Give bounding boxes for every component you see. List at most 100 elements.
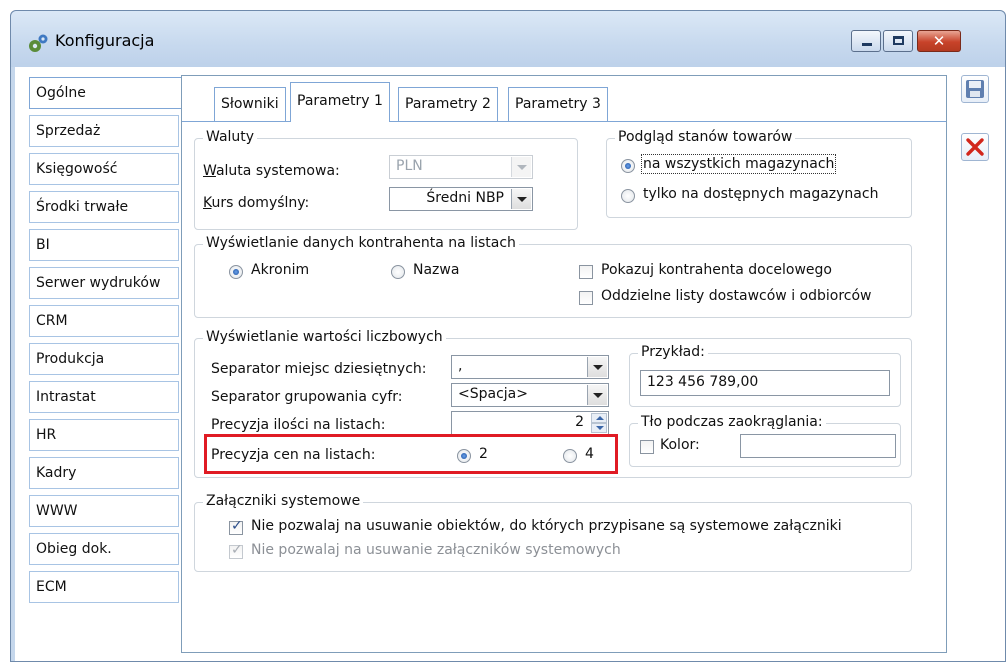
kurs-domyslny-label: Kurs domyślny: bbox=[203, 195, 309, 211]
nav-item-intrastat[interactable]: Intrastat bbox=[29, 381, 179, 413]
highlight-frame bbox=[204, 434, 618, 474]
radio-nazwa[interactable] bbox=[391, 265, 405, 279]
group-legend: Załączniki systemowe bbox=[203, 493, 364, 509]
tab-label: Parametry 3 bbox=[515, 96, 601, 112]
group-przyklad: Przykład: 123 456 789,00 bbox=[629, 344, 901, 407]
nav-item-www[interactable]: WWW bbox=[29, 495, 179, 527]
nav-item-produkcja[interactable]: Produkcja bbox=[29, 343, 179, 375]
nav-item-label: Środki trwałe bbox=[36, 199, 129, 215]
waluta-systemowa-label: Waluta systemowa: bbox=[203, 163, 340, 179]
tab-slowniki[interactable]: Słowniki bbox=[214, 87, 286, 121]
group-zalaczniki: Załączniki systemowe Nie pozwalaj na usu… bbox=[194, 493, 912, 572]
preview-value: 123 456 789,00 bbox=[647, 374, 759, 390]
kolor-picker-field[interactable] bbox=[740, 434, 896, 458]
group-legend: Przykład: bbox=[638, 344, 708, 360]
nav-item-kadry[interactable]: Kadry bbox=[29, 457, 179, 489]
checkbox-oddzielne-listy-label: Oddzielne listy dostawców i odbiorców bbox=[601, 288, 872, 304]
tab-parametry-2[interactable]: Parametry 2 bbox=[398, 87, 498, 121]
radio-dostepne-magazyny-label: tylko na dostępnych magazynach bbox=[643, 186, 879, 202]
floppy-disk-icon bbox=[966, 80, 984, 98]
nav-item-obieg-dok[interactable]: Obieg dok. bbox=[29, 533, 179, 565]
separator-grupowania-label: Separator grupowania cyfr: bbox=[211, 389, 403, 405]
separator-dziesietny-select[interactable]: , bbox=[451, 355, 609, 379]
nav-item-sprzedaz[interactable]: Sprzedaż bbox=[29, 115, 179, 147]
group-kontrahent: Wyświetlanie danych kontrahenta na lista… bbox=[194, 235, 912, 318]
kurs-domyslny-select[interactable]: Średni NBP bbox=[389, 187, 533, 211]
radio-akronim[interactable] bbox=[229, 265, 243, 279]
nav-item-label: ECM bbox=[36, 579, 67, 595]
radio-dostepne-magazyny[interactable] bbox=[621, 189, 635, 203]
title-bar: Konfiguracja ✕ bbox=[11, 11, 1005, 67]
przyklad-preview-field: 123 456 789,00 bbox=[640, 370, 890, 396]
group-legend: Podgląd stanów towarów bbox=[615, 129, 796, 145]
checkbox-blokada-obiektow-label: Nie pozwalaj na usuwanie obiektów, do kt… bbox=[251, 518, 842, 534]
select-value: PLN bbox=[396, 158, 423, 174]
nav-item-label: Kadry bbox=[36, 465, 77, 481]
chevron-down-icon bbox=[511, 189, 531, 209]
nav-item-label: CRM bbox=[36, 313, 68, 329]
nav-item-ecm[interactable]: ECM bbox=[29, 571, 179, 603]
stepper-value: 2 bbox=[575, 414, 584, 430]
save-button[interactable] bbox=[961, 75, 989, 103]
config-window: Konfiguracja ✕ Ogólne Sprzedaż Księgowoś… bbox=[10, 10, 1006, 662]
nav-item-bi[interactable]: BI bbox=[29, 229, 179, 261]
checkbox-blokada-zalacznikow-label: Nie pozwalaj na usuwanie załączników sys… bbox=[251, 542, 621, 558]
select-value: <Spacja> bbox=[458, 386, 528, 402]
gears-icon bbox=[29, 34, 48, 52]
cancel-button[interactable] bbox=[961, 133, 989, 161]
stepper-buttons bbox=[591, 413, 607, 433]
nav-item-label: HR bbox=[36, 427, 57, 443]
maximize-icon bbox=[893, 36, 904, 45]
red-x-icon bbox=[966, 138, 984, 156]
nav-item-ogolne[interactable]: Ogólne bbox=[29, 77, 183, 109]
radio-wszystkie-magazyny[interactable] bbox=[621, 159, 635, 173]
chevron-down-icon bbox=[511, 157, 531, 177]
tab-label: Parametry 1 bbox=[297, 93, 383, 109]
nav-item-hr[interactable]: HR bbox=[29, 419, 179, 451]
nav-item-label: Sprzedaż bbox=[36, 123, 101, 139]
label-text: urs domyślny: bbox=[211, 195, 310, 211]
group-waluty: Waluty Waluta systemowa: PLN Kurs domyśl… bbox=[194, 129, 578, 230]
minimize-icon bbox=[862, 43, 872, 46]
stepper-up-icon[interactable] bbox=[591, 413, 607, 423]
nav-item-serwer-wydrukow[interactable]: Serwer wydruków bbox=[29, 267, 179, 299]
nav-item-label: Serwer wydruków bbox=[36, 275, 161, 291]
group-tlo-zaokraglania: Tło podczas zaokrąglania: Kolor: bbox=[629, 414, 901, 467]
tab-parametry-3[interactable]: Parametry 3 bbox=[508, 87, 608, 121]
group-legend: Tło podczas zaokrąglania: bbox=[638, 414, 826, 430]
checkbox-oddzielne-listy[interactable] bbox=[579, 291, 593, 305]
precyzja-ilosci-stepper[interactable]: 2 bbox=[451, 411, 609, 435]
precyzja-ilosci-label: Precyzja ilości na listach: bbox=[211, 417, 386, 433]
waluta-systemowa-select[interactable]: PLN bbox=[389, 155, 533, 179]
maximize-button[interactable] bbox=[883, 30, 913, 52]
separator-dziesietny-label: Separator miejsc dziesiętnych: bbox=[211, 361, 427, 377]
checkbox-kontrahent-docelowy-label: Pokazuj kontrahenta docelowego bbox=[601, 262, 832, 278]
tab-label: Parametry 2 bbox=[405, 96, 491, 112]
checkbox-kontrahent-docelowy[interactable] bbox=[579, 265, 593, 279]
nav-item-label: Ogólne bbox=[36, 85, 86, 101]
nav-item-srodki-trwale[interactable]: Środki trwałe bbox=[29, 191, 179, 223]
radio-nazwa-label: Nazwa bbox=[413, 262, 460, 278]
select-value: Średni NBP bbox=[426, 190, 504, 206]
window-title: Konfiguracja bbox=[55, 31, 155, 50]
group-legend: Wyświetlanie wartości liczbowych bbox=[203, 329, 446, 345]
close-icon: ✕ bbox=[932, 32, 946, 50]
tab-parametry-1[interactable]: Parametry 1 bbox=[290, 82, 390, 122]
nav-item-crm[interactable]: CRM bbox=[29, 305, 179, 337]
separator-grupowania-select[interactable]: <Spacja> bbox=[451, 383, 609, 407]
close-window-button[interactable]: ✕ bbox=[917, 30, 961, 52]
settings-panel: Słowniki Parametry 1 Parametry 2 Paramet… bbox=[181, 75, 947, 653]
checkbox-blokada-obiektow[interactable] bbox=[229, 518, 243, 535]
group-legend: Waluty bbox=[203, 129, 258, 145]
nav-item-label: Księgowość bbox=[36, 161, 118, 177]
nav-item-ksiegowosc[interactable]: Księgowość bbox=[29, 153, 179, 185]
nav-item-label: BI bbox=[36, 237, 50, 253]
checkbox-blokada-zalacznikow[interactable] bbox=[229, 542, 243, 559]
nav-item-label: Intrastat bbox=[36, 389, 96, 405]
minimize-button[interactable] bbox=[851, 30, 881, 52]
group-podglad-stanow: Podgląd stanów towarów na wszystkich mag… bbox=[606, 129, 912, 218]
checkbox-kolor[interactable] bbox=[640, 440, 654, 454]
stepper-down-icon[interactable] bbox=[591, 423, 607, 433]
radio-wszystkie-magazyny-label: na wszystkich magazynach bbox=[640, 154, 837, 174]
group-legend: Wyświetlanie danych kontrahenta na lista… bbox=[203, 235, 519, 251]
